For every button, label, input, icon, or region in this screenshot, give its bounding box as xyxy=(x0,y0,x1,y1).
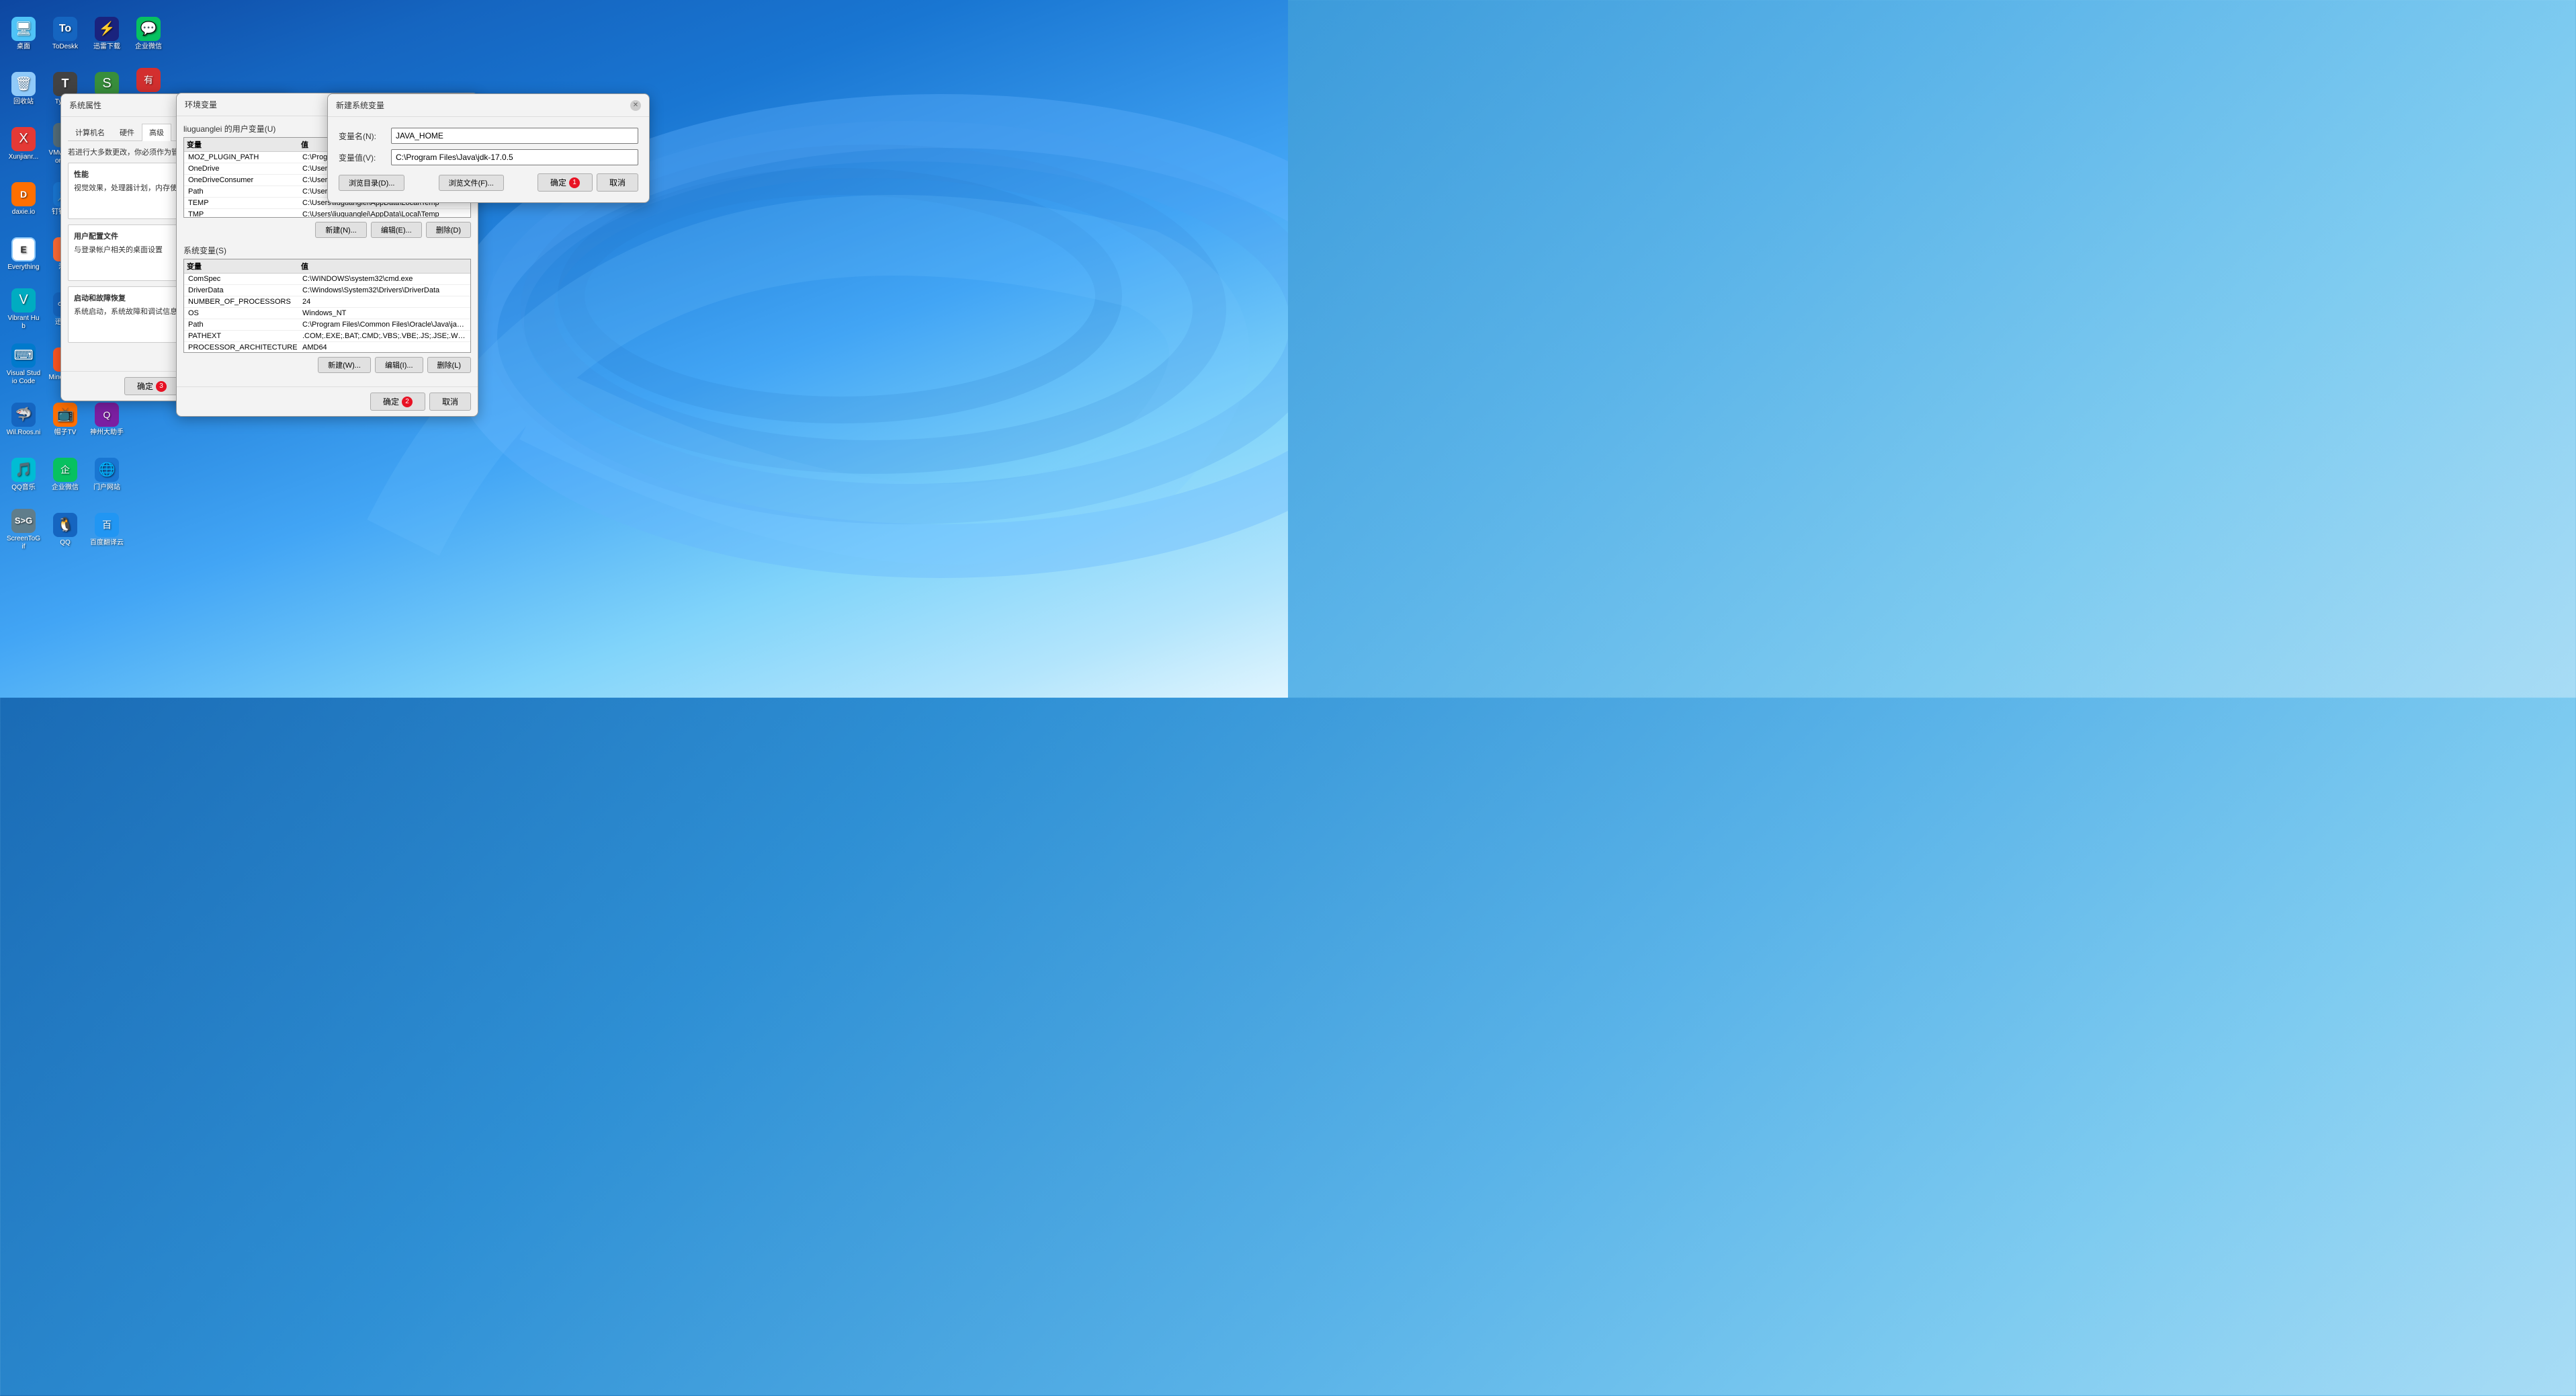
browse-dir-btn[interactable]: 浏览目录(D)... xyxy=(339,175,404,191)
list-item[interactable]: DriverDataC:\Windows\System32\Drivers\Dr… xyxy=(184,285,470,296)
sys-vars-col2: 值 xyxy=(301,261,468,272)
sys-new-btn[interactable]: 新建(W)... xyxy=(318,357,371,373)
user-vars-col1: 变量 xyxy=(187,139,301,150)
desktop-icon-desktop[interactable]: 🖥 桌面 xyxy=(3,7,44,60)
list-item[interactable]: NUMBER_OF_PROCESSORS24 xyxy=(184,296,470,308)
browse-file-btn[interactable]: 浏览文件(F)... xyxy=(439,175,504,191)
sys-props-ok-btn[interactable]: 确定 3 xyxy=(124,377,179,395)
browse-btns-row: 浏览目录(D)... 浏览文件(F)... 确定 1 取消 xyxy=(339,173,638,192)
user-delete-btn[interactable]: 删除(D) xyxy=(426,222,471,238)
new-sys-var-window: 新建系统变量 ✕ 变量名(N): 变量值(V): 浏览目录(D)... 浏览文件… xyxy=(327,93,650,203)
sys-vars-col1: 变量 xyxy=(187,261,301,272)
var-name-input[interactable] xyxy=(391,128,638,144)
sys-vars-list[interactable]: 变量 值 ComSpecC:\WINDOWS\system32\cmd.exe … xyxy=(183,259,471,353)
desktop-icon-xunjianger[interactable]: X Xunjianr... xyxy=(3,117,44,171)
list-item[interactable]: ComSpecC:\WINDOWS\system32\cmd.exe xyxy=(184,274,470,285)
tab-advanced[interactable]: 高级 xyxy=(142,124,171,141)
desktop-icon-qq[interactable]: 🎵 QQ音乐 xyxy=(3,448,44,501)
var-name-row: 变量名(N): xyxy=(339,128,638,144)
desktop-icon-everything[interactable]: E Everything xyxy=(3,227,44,281)
tab-hardware[interactable]: 硬件 xyxy=(112,124,142,140)
env-vars-ok-btn[interactable]: 确定 2 xyxy=(370,393,425,411)
new-sys-var-body: 变量名(N): 变量值(V): 浏览目录(D)... 浏览文件(F)... 确定… xyxy=(328,117,649,202)
desktop-icon-xunlei[interactable]: ⚡ 迅雷下载 xyxy=(87,7,127,60)
env-vars-cancel-btn[interactable]: 取消 xyxy=(429,393,471,411)
env-vars-title: 环境变量 xyxy=(185,99,217,110)
new-sys-var-close-btn[interactable]: ✕ xyxy=(630,100,641,111)
desktop-icon-wecom[interactable]: 💬 企业微信 xyxy=(128,7,169,60)
sys-vars-title: 系统变量(S) xyxy=(183,245,471,256)
desktop-icon-screentogif[interactable]: S>G ScreenToGif xyxy=(3,503,44,557)
list-item[interactable]: PATHEXT.COM;.EXE;.BAT;.CMD;.VBS;.VBE;.JS… xyxy=(184,331,470,342)
desktop-icon-qqapp[interactable]: 🐧 QQ xyxy=(45,503,85,557)
sys-delete-btn[interactable]: 删除(L) xyxy=(427,357,471,373)
sys-edit-btn[interactable]: 编辑(I)... xyxy=(375,357,423,373)
new-sys-var-ok-btn[interactable]: 确定 1 xyxy=(538,173,593,192)
sys-props-title: 系统属性 xyxy=(69,99,101,111)
user-edit-btn[interactable]: 编辑(E)... xyxy=(371,222,422,238)
sys-vars-btns: 新建(W)... 编辑(I)... 删除(L) xyxy=(183,357,471,373)
list-item[interactable]: PathC:\Program Files\Common Files\Oracle… xyxy=(184,319,470,331)
var-value-row: 变量值(V): xyxy=(339,149,638,165)
new-sys-var-cancel-btn[interactable]: 取消 xyxy=(597,173,638,192)
desktop-icon-baidu-trans[interactable]: 百 百度翻译云 xyxy=(87,503,127,557)
new-sys-var-controls: ✕ xyxy=(630,100,641,111)
var-value-label: 变量值(V): xyxy=(339,152,386,163)
env-vars-ok-badge: 2 xyxy=(402,397,413,407)
var-value-input[interactable] xyxy=(391,149,638,165)
desktop-icon-daxie[interactable]: D daxie.io xyxy=(3,172,44,226)
var-name-label: 变量名(N): xyxy=(339,130,386,142)
new-sys-var-title: 新建系统变量 xyxy=(336,99,384,111)
desktop-icon-enterprise-wx[interactable]: 企 企业微信 xyxy=(45,448,85,501)
user-vars-btns: 新建(N)... 编辑(E)... 删除(D) xyxy=(183,222,471,238)
list-item[interactable]: OSWindows_NT xyxy=(184,308,470,319)
confirm-btns: 确定 1 取消 xyxy=(538,173,638,192)
new-sys-var-titlebar: 新建系统变量 ✕ xyxy=(328,94,649,117)
list-item[interactable]: PROCESSOR_ARCHITECTUREAMD64 xyxy=(184,342,470,353)
desktop-icon-portal[interactable]: 🌐 门户网站 xyxy=(87,448,127,501)
desktop-icon-vibrant[interactable]: V Vibrant Hub xyxy=(3,282,44,336)
env-vars-footer: 确定 2 取消 xyxy=(177,386,478,416)
list-item[interactable]: TMPC:\Users\liuguanglei\AppData\Local\Te… xyxy=(184,209,470,218)
desktop-icon-recycle[interactable]: 🗑 回收站 xyxy=(3,62,44,116)
sys-props-ok-badge: 3 xyxy=(156,381,167,392)
new-sys-var-ok-badge: 1 xyxy=(569,177,580,188)
user-new-btn[interactable]: 新建(N)... xyxy=(315,222,366,238)
desktop-icon-todesk[interactable]: To ToDeskk xyxy=(45,7,85,60)
sys-vars-header: 变量 值 xyxy=(184,259,470,274)
desktop-icon-wireshark[interactable]: 🦈 Wil.Roos.ni xyxy=(3,393,44,446)
desktop-icon-vscode[interactable]: ⌨ Visual Studio Code xyxy=(3,337,44,391)
tab-computer-name[interactable]: 计算机名 xyxy=(68,124,112,140)
